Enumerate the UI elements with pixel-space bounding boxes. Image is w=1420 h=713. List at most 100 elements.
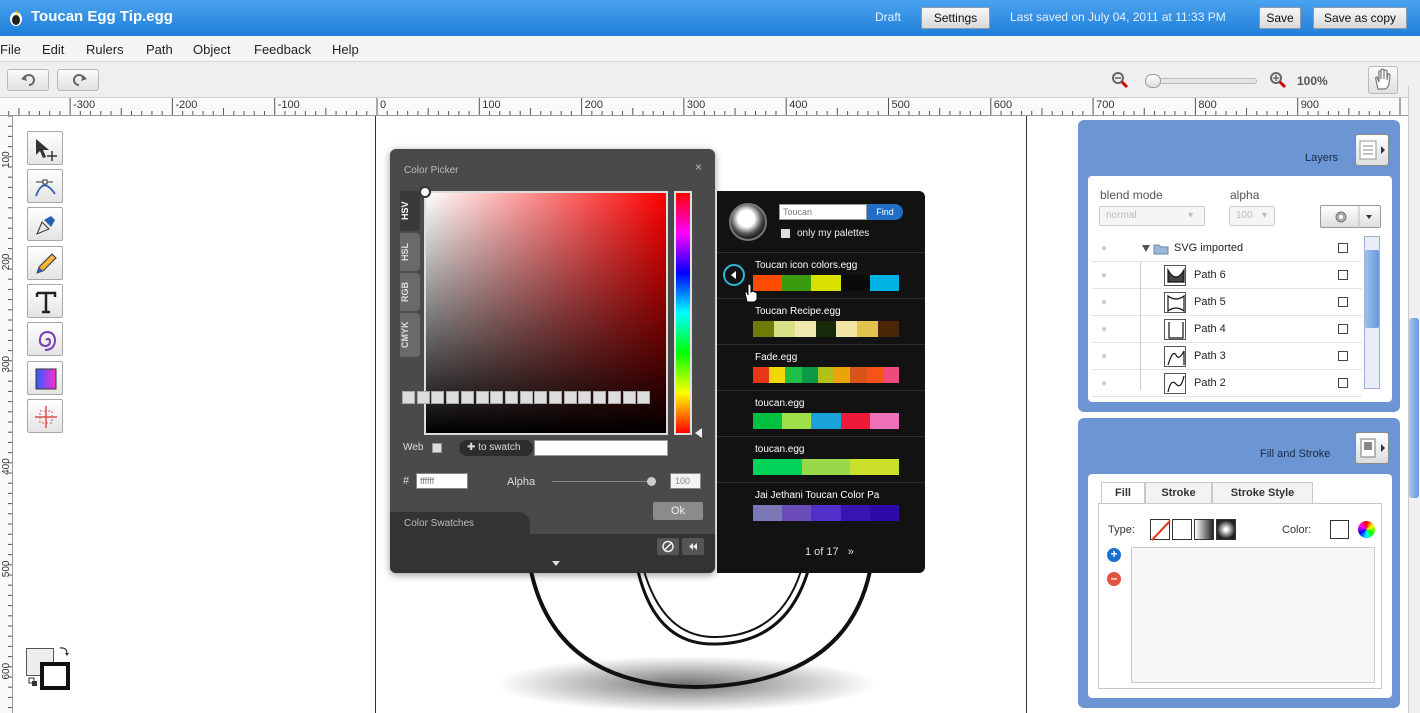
layer-row[interactable]: ● Path 6 <box>1092 262 1362 289</box>
pencil-tool[interactable] <box>27 246 63 280</box>
saturation-value-knob[interactable] <box>419 186 431 198</box>
palette-item[interactable]: Fade.egg <box>717 344 925 390</box>
gradient-tool[interactable] <box>27 361 63 395</box>
tab-hsv[interactable]: HSV <box>400 191 420 231</box>
alpha-input[interactable] <box>670 473 701 489</box>
menu-rulers[interactable]: Rulers <box>86 42 124 57</box>
palette-item[interactable]: toucan.egg <box>717 390 925 436</box>
remove-fill-button[interactable]: – <box>1107 572 1121 586</box>
layers-menu-button[interactable] <box>1355 134 1389 166</box>
color-swatch[interactable] <box>534 391 548 404</box>
node-edit-tool[interactable] <box>27 169 63 203</box>
alpha-slider[interactable] <box>552 481 652 482</box>
chevron-down-icon[interactable] <box>552 561 560 566</box>
fill-type-linear-gradient[interactable] <box>1194 519 1214 540</box>
select-tool[interactable] <box>27 131 63 165</box>
menu-object[interactable]: Object <box>193 42 231 57</box>
spiral-tool[interactable] <box>27 322 63 356</box>
menu-path[interactable]: Path <box>146 42 173 57</box>
find-button[interactable]: Find <box>867 204 903 220</box>
color-swatch[interactable] <box>637 391 651 404</box>
color-swatch[interactable] <box>416 391 430 404</box>
menu-file[interactable]: File <box>0 42 21 57</box>
hex-input[interactable] <box>416 473 468 489</box>
layer-select-checkbox[interactable] <box>1338 324 1348 334</box>
hue-pointer-icon[interactable] <box>695 428 702 438</box>
palette-search-input[interactable] <box>779 204 867 220</box>
fill-type-none[interactable] <box>1150 519 1171 541</box>
layers-scrollbar-thumb[interactable] <box>1365 250 1379 328</box>
tab-hsl[interactable]: HSL <box>400 233 420 271</box>
color-swatches-tab[interactable]: Color Swatches <box>390 512 530 534</box>
add-fill-button[interactable]: + <box>1107 548 1121 562</box>
hand-tool-button[interactable] <box>1368 66 1398 94</box>
swatch-name-field[interactable] <box>534 440 668 456</box>
hue-slider[interactable] <box>674 191 692 435</box>
layer-row[interactable]: ● Path 3 <box>1092 343 1362 370</box>
fill-list[interactable] <box>1131 547 1375 683</box>
color-swatch[interactable] <box>563 391 577 404</box>
color-swatch[interactable] <box>446 391 460 404</box>
menu-feedback[interactable]: Feedback <box>254 42 311 57</box>
text-tool[interactable] <box>27 284 63 318</box>
layer-row[interactable]: ● Path 2 <box>1092 370 1362 397</box>
tab-stroke-style[interactable]: Stroke Style <box>1212 482 1313 504</box>
eye-icon[interactable]: ● <box>1101 243 1107 254</box>
fill-color-swatch[interactable] <box>1330 520 1349 539</box>
alpha-slider-knob[interactable] <box>647 477 656 486</box>
color-swatch[interactable] <box>593 391 607 404</box>
fill-type-solid[interactable] <box>1172 519 1192 540</box>
no-color-button[interactable] <box>657 538 679 555</box>
color-swatch[interactable] <box>431 391 445 404</box>
eye-icon[interactable]: ● <box>1101 297 1107 308</box>
save-as-copy-button[interactable]: Save as copy <box>1313 7 1407 29</box>
tab-rgb[interactable]: RGB <box>400 273 420 311</box>
layer-select-checkbox[interactable] <box>1338 378 1348 388</box>
color-swatch[interactable] <box>504 391 518 404</box>
fill-type-radial-gradient[interactable] <box>1216 519 1236 540</box>
swap-colors-icon[interactable] <box>58 645 70 657</box>
next-page-icon[interactable]: » <box>848 546 854 558</box>
current-stroke-swatch[interactable] <box>40 662 70 690</box>
color-swatch[interactable] <box>607 391 621 404</box>
eye-icon[interactable]: ● <box>1101 351 1107 362</box>
eye-icon[interactable]: ● <box>1101 324 1107 335</box>
save-button[interactable]: Save <box>1259 7 1301 29</box>
tab-cmyk[interactable]: CMYK <box>400 313 420 357</box>
only-my-palettes-checkbox[interactable] <box>781 229 790 238</box>
pen-tool[interactable] <box>27 207 63 241</box>
palette-item[interactable]: toucan.egg <box>717 436 925 482</box>
color-wheel-icon[interactable] <box>1358 521 1375 538</box>
color-swatch[interactable] <box>460 391 474 404</box>
color-swatch[interactable] <box>490 391 504 404</box>
menu-help[interactable]: Help <box>332 42 359 57</box>
layer-select-checkbox[interactable] <box>1338 297 1348 307</box>
menu-edit[interactable]: Edit <box>42 42 64 57</box>
color-swatch[interactable] <box>549 391 562 404</box>
layer-alpha-select[interactable]: 100 ▾ <box>1229 206 1275 226</box>
layer-select-checkbox[interactable] <box>1338 270 1348 280</box>
layer-row[interactable]: ● Path 4 <box>1092 316 1362 343</box>
eye-icon[interactable]: ● <box>1101 270 1107 281</box>
web-checkbox[interactable] <box>432 443 442 453</box>
ok-button[interactable]: Ok <box>653 502 703 520</box>
redo-button[interactable] <box>57 69 99 91</box>
undo-button[interactable] <box>7 69 49 91</box>
zoom-slider-thumb[interactable] <box>1145 74 1161 88</box>
close-icon[interactable]: × <box>695 160 702 174</box>
blend-mode-select[interactable]: normal ▾ <box>1099 206 1205 226</box>
color-swatch[interactable] <box>622 391 636 404</box>
color-swatch[interactable] <box>519 391 533 404</box>
window-scrollbar-thumb[interactable] <box>1409 318 1419 498</box>
tab-stroke[interactable]: Stroke <box>1145 482 1212 504</box>
layer-options-button[interactable] <box>1320 205 1381 228</box>
fill-stroke-menu-button[interactable] <box>1355 432 1389 464</box>
color-swatch[interactable] <box>475 391 489 404</box>
to-swatch-button[interactable]: ✚ to swatch <box>459 440 533 456</box>
palette-item[interactable]: Jai Jethani Toucan Color Pa <box>717 482 925 528</box>
reset-colors-icon[interactable] <box>28 677 38 687</box>
palette-item[interactable]: Toucan Recipe.egg <box>717 298 925 344</box>
transform-tool[interactable] <box>27 399 63 433</box>
collapse-swatches-button[interactable] <box>682 538 704 555</box>
settings-button[interactable]: Settings <box>921 7 990 29</box>
